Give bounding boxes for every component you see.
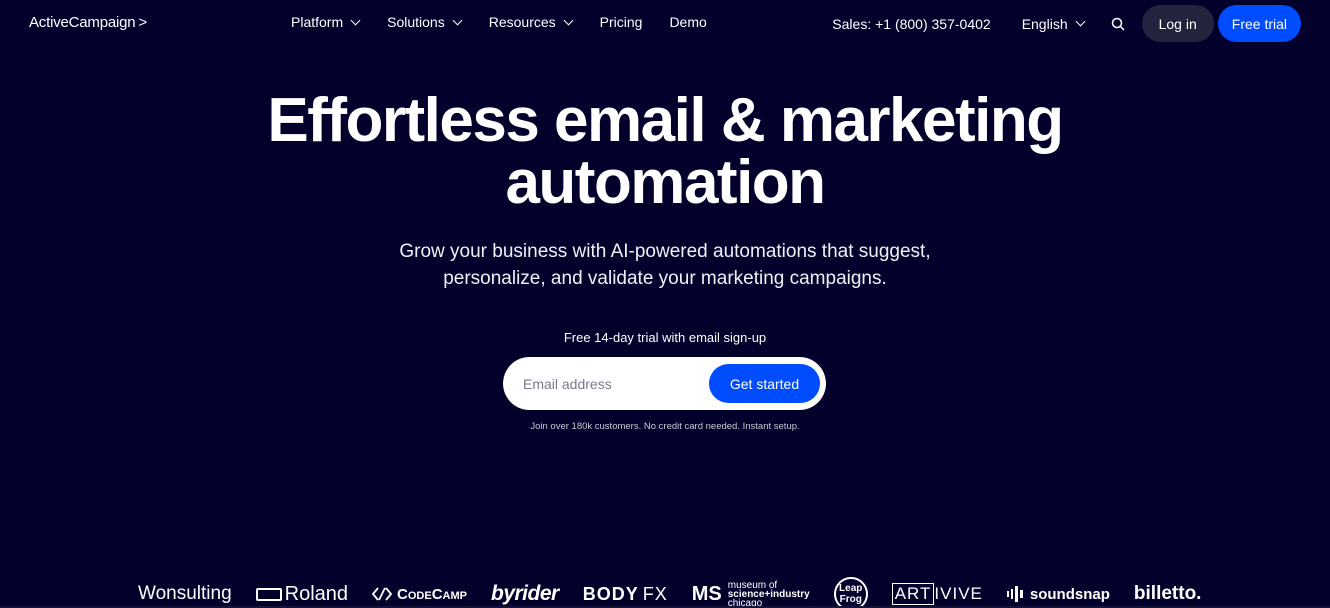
logo-wonsulting-text: Wonsulting xyxy=(138,583,232,604)
soundsnap-waveform-icon xyxy=(1006,586,1023,602)
logo-bodyfx-body: BODY xyxy=(582,583,639,604)
logo-bodyfx: BODY FX xyxy=(583,584,668,605)
search-button[interactable] xyxy=(1108,14,1128,34)
nav-pricing[interactable]: Pricing xyxy=(600,14,643,30)
fine-print: Join over 180k customers. No credit card… xyxy=(530,421,800,432)
chevron-down-icon xyxy=(1075,16,1086,27)
nav-resources[interactable]: Resources xyxy=(488,14,574,30)
nav-solutions-label: Solutions xyxy=(387,14,445,30)
hero-title-line2: automation xyxy=(505,148,826,217)
logo-roland-text: Roland xyxy=(284,582,349,605)
email-input[interactable] xyxy=(523,357,703,410)
customer-logos: Wonsulting Roland CodeCamp byrider BODY … xyxy=(138,577,1225,608)
logo-soundsnap: soundsnap xyxy=(1006,585,1110,603)
logo-byrider-text: byrider xyxy=(491,582,559,605)
logo-msi-text: museum of science+industry chicago xyxy=(728,580,810,608)
logo-chevron-icon: > xyxy=(138,14,147,31)
logo-artivive: ART IVIVE xyxy=(891,583,983,605)
language-label: English xyxy=(1021,15,1068,32)
nav-demo[interactable]: Demo xyxy=(669,14,706,30)
logo-codecamp: CodeCamp xyxy=(372,586,467,603)
chevron-down-icon xyxy=(452,15,463,25)
main-nav: Platform Solutions Resources Pricing Dem… xyxy=(291,14,734,30)
logo-artivive-rest: IVIVE xyxy=(934,584,983,603)
sales-phone-link[interactable]: Sales: +1 (800) 357-0402 xyxy=(832,16,990,32)
header-actions: Sales: +1 (800) 357-0402 English Log in … xyxy=(832,5,1301,42)
nav-demo-label: Demo xyxy=(669,14,707,30)
roland-mark-icon xyxy=(255,587,282,601)
chevron-down-icon xyxy=(350,15,361,25)
hero-subtitle: Grow your business with AI-powered autom… xyxy=(0,238,1330,292)
free-trial-button[interactable]: Free trial xyxy=(1217,5,1301,42)
login-button[interactable]: Log in xyxy=(1141,5,1214,42)
hero-title-line1: Effortless email & marketing xyxy=(267,86,1064,155)
logo-leapfrog-line2: Frog xyxy=(839,594,862,605)
logo-artivive-box: ART xyxy=(891,583,935,605)
hero-title: Effortless email & marketing automation xyxy=(0,90,1330,214)
msi-mark-icon: MS xyxy=(691,582,722,605)
logo-leapfrog-line1: Leap xyxy=(839,583,863,594)
logo-byrider: byrider xyxy=(491,582,559,606)
nav-pricing-label: Pricing xyxy=(599,14,643,30)
get-started-button[interactable]: Get started xyxy=(709,364,820,403)
site-header: ActiveCampaign > Platform Solutions Reso… xyxy=(0,0,1330,46)
nav-solutions[interactable]: Solutions xyxy=(387,14,463,30)
codecamp-mark-icon xyxy=(372,587,393,601)
signup-form: Get started xyxy=(503,357,826,410)
logo-wonsulting: Wonsulting xyxy=(138,583,232,605)
logo-leapfrog: Leap Frog xyxy=(833,577,868,608)
nav-platform[interactable]: Platform xyxy=(291,14,361,30)
logo-codecamp-text: CodeCamp xyxy=(397,585,467,603)
logo-bodyfx-fx: FX xyxy=(642,583,668,604)
trial-note: Free 14-day trial with email sign-up xyxy=(563,330,767,345)
nav-platform-label: Platform xyxy=(291,14,344,30)
logo-billetto: billetto. xyxy=(1134,583,1202,605)
logo-billetto-text: billetto. xyxy=(1133,583,1202,604)
logo-soundsnap-text: soundsnap xyxy=(1029,585,1110,603)
hero-subtitle-line1: Grow your business with AI-powered autom… xyxy=(399,241,931,262)
activecampaign-logo[interactable]: ActiveCampaign > xyxy=(29,14,147,31)
search-icon xyxy=(1111,17,1125,31)
nav-resources-label: Resources xyxy=(488,14,556,30)
language-selector[interactable]: English xyxy=(1021,15,1086,32)
hero-subtitle-line2: personalize, and validate your marketing… xyxy=(443,268,887,289)
logo-museum-science-industry: MS museum of science+industry chicago xyxy=(691,580,810,608)
chevron-down-icon xyxy=(563,15,574,25)
logo-text: ActiveCampaign xyxy=(29,14,136,31)
logo-roland: Roland xyxy=(255,582,349,606)
